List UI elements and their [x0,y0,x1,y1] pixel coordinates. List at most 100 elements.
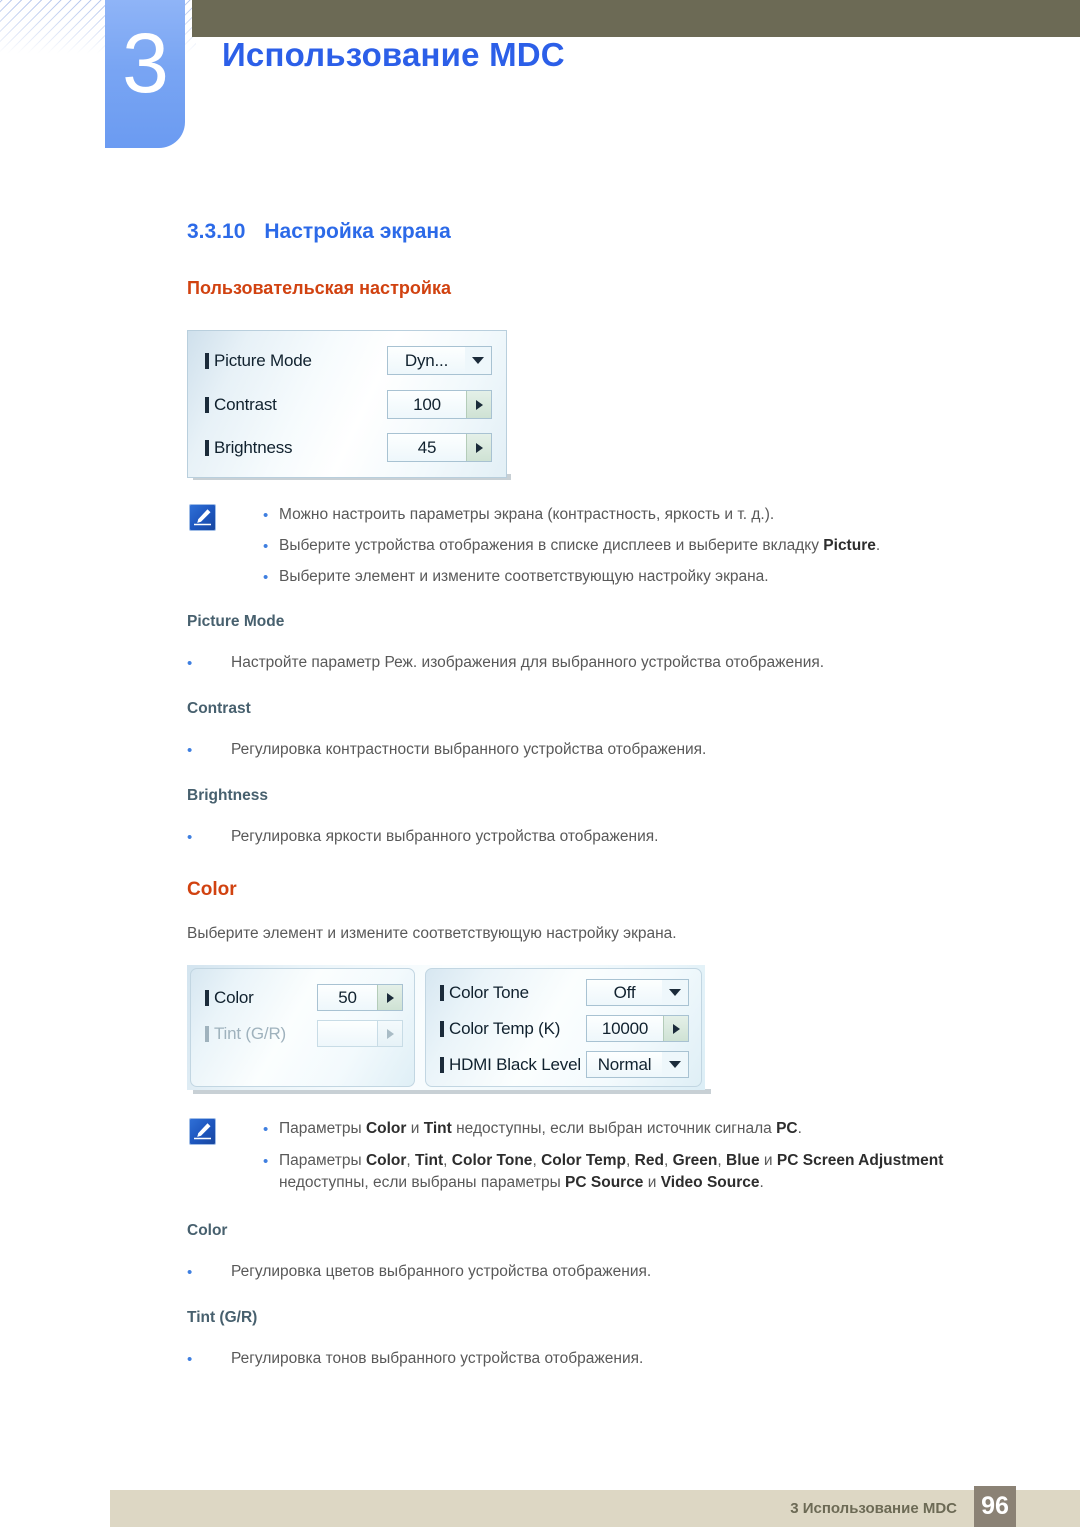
bullet-icon: • [263,1121,269,1138]
bullet-icon: • [187,829,193,846]
color-subpanel-right: Color Tone Off Color Temp (K) 10000 HDMI… [425,968,702,1087]
row-marker-icon [205,440,209,456]
color-temp-value: 10000 [587,1016,663,1041]
note-pencil-icon [189,504,216,531]
tint-detail-heading: Tint (G/R) [187,1309,258,1326]
color-spinner[interactable]: 50 [317,984,403,1011]
row-marker-icon [205,397,209,413]
row-marker-icon [440,1021,444,1037]
note2-bullet-2: • Параметры Color, Tint, Color Tone, Col… [263,1150,1053,1195]
row-marker-icon [440,1057,444,1073]
row-marker-icon [440,985,444,1001]
color-settings-panel: Color 50 Tint (G/R) Color Tone Off Color… [187,965,705,1090]
section-title: Настройка экрана [264,220,451,243]
picture-settings-panel: Picture Mode Dyn... Contrast 100 Brightn… [187,330,507,478]
color-row: Color [205,988,254,1008]
row-marker-icon [205,1026,209,1042]
brightness-bullet-text: Регулировка яркости выбранного устройств… [231,828,659,845]
contrast-value: 100 [388,391,466,418]
spinner-right-arrow-icon[interactable] [377,985,402,1010]
tint-row: Tint (G/R) [205,1024,286,1044]
spinner-right-arrow-icon[interactable] [377,1021,402,1046]
tint-value [318,1021,377,1046]
note1-bullet-2: • Выберите устройства отображения в спис… [263,535,1023,557]
header-olive-bar [192,0,1080,37]
note2-bullet-2-text: Параметры Color, Tint, Color Tone, Color… [279,1152,944,1192]
contrast-heading: Contrast [187,700,251,717]
contrast-row: Contrast [205,395,277,415]
note1-bullet-3-text: Выберите элемент и измените соответствую… [279,568,769,585]
picture-mode-dropdown[interactable]: Dyn... [387,346,492,375]
tint-detail-bullet: • Регулировка тонов выбранного устройств… [187,1348,987,1370]
color-detail-bullet: • Регулировка цветов выбранного устройст… [187,1261,987,1283]
picture-mode-heading: Picture Mode [187,613,285,630]
bullet-icon: • [263,569,269,586]
hdmi-black-level-row: HDMI Black Level [440,1055,581,1075]
hdmi-black-level-label: HDMI Black Level [449,1055,581,1074]
section-heading: 3.3.10 Настройка экрана [187,220,451,244]
row-marker-icon [205,990,209,1006]
color-temp-spinner[interactable]: 10000 [586,1015,689,1042]
color-tone-row: Color Tone [440,983,529,1003]
note2-bullet-1: • Параметры Color и Tint недоступны, есл… [263,1118,1053,1140]
contrast-bullet-text: Регулировка контрастности выбранного уст… [231,741,707,758]
bullet-icon: • [187,742,193,759]
contrast-spinner[interactable]: 100 [387,390,492,419]
brightness-label: Brightness [214,438,293,457]
color-label: Color [214,988,254,1007]
color-section-heading: Color [187,879,237,900]
row-marker-icon [205,353,209,369]
color-temp-row: Color Temp (K) [440,1019,560,1039]
picture-mode-value: Dyn... [388,347,465,374]
chevron-down-icon[interactable] [465,347,491,374]
picture-mode-label: Picture Mode [214,351,312,370]
picture-mode-bullet: • Настройте параметр Реж. изображения дл… [187,652,987,674]
color-detail-heading: Color [187,1222,228,1239]
bullet-icon: • [263,507,269,524]
spinner-right-arrow-icon[interactable] [466,391,491,418]
note1-bullet-3: • Выберите элемент и измените соответств… [263,566,1023,588]
note1-bullet-2-text: Выберите устройства отображения в списке… [279,537,881,554]
brightness-row: Brightness [205,438,293,458]
color-tone-label: Color Tone [449,983,529,1002]
note2-bullet-1-text: Параметры Color и Tint недоступны, если … [279,1120,802,1137]
bullet-icon: • [187,655,193,672]
bullet-icon: • [263,538,269,555]
color-subpanel-left: Color 50 Tint (G/R) [190,968,415,1087]
bullet-icon: • [187,1264,193,1281]
hdmi-black-level-dropdown[interactable]: Normal [586,1051,689,1078]
page-number-badge: 96 [974,1486,1016,1527]
brightness-heading: Brightness [187,787,268,804]
chapter-number: 3 [122,16,169,110]
bullet-icon: • [263,1153,269,1170]
chapter-title: Использование MDC [222,36,565,73]
tint-spinner[interactable] [317,1020,403,1047]
note1-bullet-1-text: Можно настроить параметры экрана (контра… [279,506,775,523]
tint-detail-bullet-text: Регулировка тонов выбранного устройства … [231,1350,644,1367]
note1-bullet-1: • Можно настроить параметры экрана (конт… [263,504,1023,526]
color-detail-bullet-text: Регулировка цветов выбранного устройства… [231,1263,652,1280]
brightness-value: 45 [388,434,466,461]
color-tone-value: Off [587,980,662,1005]
tint-label: Tint (G/R) [214,1024,286,1043]
brightness-bullet: • Регулировка яркости выбранного устройс… [187,826,987,848]
spinner-right-arrow-icon[interactable] [466,434,491,461]
note-pencil-icon [189,1118,216,1145]
color-tone-dropdown[interactable]: Off [586,979,689,1006]
contrast-label: Contrast [214,395,277,414]
color-section-intro: Выберите элемент и измените соответствую… [187,925,677,942]
contrast-bullet: • Регулировка контрастности выбранного у… [187,739,987,761]
color-temp-label: Color Temp (K) [449,1019,561,1038]
section-subtitle: Пользовательская настройка [187,278,451,298]
color-value: 50 [318,985,377,1010]
picture-mode-bullet-text: Настройте параметр Реж. изображения для … [231,654,825,671]
bullet-icon: • [187,1351,193,1368]
spinner-right-arrow-icon[interactable] [663,1016,688,1041]
footer-chapter-label: 3 Использование MDC [790,1500,957,1517]
section-number: 3.3.10 [187,220,246,243]
chevron-down-icon[interactable] [662,980,688,1005]
hdmi-black-level-value: Normal [587,1052,662,1077]
picture-mode-row: Picture Mode [205,351,312,371]
chevron-down-icon[interactable] [662,1052,688,1077]
brightness-spinner[interactable]: 45 [387,433,492,462]
